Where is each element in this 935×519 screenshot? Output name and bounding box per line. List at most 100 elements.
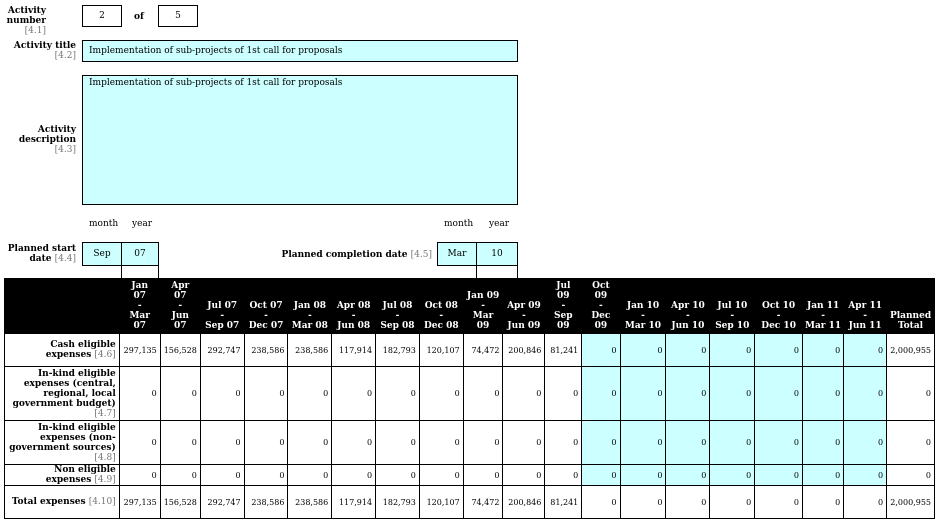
table-cell[interactable]: 0 <box>581 464 621 486</box>
planned-start-label: Planned start date [4.4] <box>4 244 76 264</box>
table-cell[interactable]: 0 <box>802 420 845 465</box>
table-cell[interactable]: 0 <box>709 420 756 465</box>
table-cell[interactable]: 0 <box>843 366 888 421</box>
table-cell: 0 <box>544 366 583 421</box>
table-cell[interactable]: 0 <box>843 464 888 486</box>
table-cell: 0 <box>709 485 756 519</box>
planned-completion-label-text: Planned completion date <box>281 250 408 260</box>
table-cell[interactable]: 0 <box>619 464 667 486</box>
period-header-line: 09 <box>557 291 570 301</box>
period-header-line: Planned <box>890 311 932 321</box>
planned-start-ref: [4.4] <box>54 254 76 264</box>
period-header: Jan 07- Mar 07 <box>118 278 161 334</box>
period-header: Apr 10- Jun 10 <box>665 278 711 334</box>
period-header-line: 09 <box>594 321 608 331</box>
row-label: Cash eligible expenses [4.6] <box>4 333 120 367</box>
period-header: Apr 09- Jun 09 <box>502 278 546 334</box>
row-ref: [4.6] <box>94 350 116 360</box>
table-cell[interactable]: 0 <box>709 366 756 421</box>
table-cell[interactable]: 0 <box>665 464 711 486</box>
table-cell[interactable]: 0 <box>581 366 621 421</box>
table-cell[interactable]: 0 <box>619 333 667 367</box>
activity-description-ref: [4.3] <box>54 145 76 155</box>
table-cell: 0 <box>287 366 333 421</box>
table-cell: 0 <box>375 420 420 465</box>
table-cell[interactable]: 0 <box>665 420 711 465</box>
table-cell[interactable]: 0 <box>754 464 804 486</box>
table-cell[interactable]: 0 <box>665 333 711 367</box>
period-header-line: Jan 08 <box>293 301 326 311</box>
activity-number-label-text: Activity number <box>6 6 46 26</box>
expenses-header-row: Jan 07- Mar 07 Apr 07- Jun 07 Jul 07- Sep 07 Oct 0… <box>4 278 935 334</box>
start-date-spacer <box>121 265 159 279</box>
period-header-line: 07 <box>174 321 187 331</box>
completion-date-spacer <box>476 265 518 279</box>
table-cell: 0 <box>375 366 420 421</box>
table-cell[interactable]: 0 <box>754 420 804 465</box>
of-label: of <box>134 12 144 22</box>
activity-number-value: 2 <box>99 11 105 21</box>
period-header-line: Apr <box>171 281 190 291</box>
start-year-field[interactable]: 07 <box>121 242 159 266</box>
period-header-line: Jun 10 <box>671 321 705 331</box>
table-cell[interactable]: 0 <box>843 420 888 465</box>
table-cell[interactable]: 0 <box>581 420 621 465</box>
table-cell[interactable]: 0 <box>581 333 621 367</box>
table-cell[interactable]: 0 <box>802 464 845 486</box>
table-cell: 182,793 <box>375 333 420 367</box>
table-cell: 0 <box>462 366 504 421</box>
row-ref: [4.10] <box>88 497 116 507</box>
period-header-line: Dec <box>591 311 611 321</box>
table-row: Total expenses [4.10] 297,135 156,528 292,7… <box>4 485 935 519</box>
table-cell: 81,241 <box>544 333 583 367</box>
table-cell: 0 <box>287 464 333 486</box>
period-header-line: Jul 10 <box>717 301 748 311</box>
period-header: Jul 08- Sep 08 <box>375 278 420 334</box>
table-cell[interactable]: 0 <box>619 366 667 421</box>
period-header-line: - <box>220 311 225 321</box>
period-header-line: - <box>561 301 566 311</box>
table-cell[interactable]: 0 <box>709 333 756 367</box>
table-cell[interactable]: 0 <box>802 333 845 367</box>
period-header-line: Jan 09 <box>466 291 500 301</box>
table-cell: 74,472 <box>462 485 504 519</box>
table-cell[interactable]: 0 <box>802 366 845 421</box>
completion-year-field[interactable]: 10 <box>476 242 518 266</box>
period-header-line: Total <box>898 321 924 331</box>
completion-month-field[interactable]: Mar <box>437 242 477 266</box>
activity-title-label-text: Activity title <box>13 41 76 51</box>
completion-month-header: month <box>444 219 474 229</box>
activity-number-field[interactable]: 2 <box>82 5 122 27</box>
table-cell: 200,846 <box>502 333 546 367</box>
activity-description-label-text: Activity description <box>18 125 76 145</box>
table-cell: 2,000,955 <box>886 333 935 367</box>
table-cell: 238,586 <box>243 485 289 519</box>
start-month-field[interactable]: Sep <box>82 242 122 266</box>
table-cell[interactable]: 0 <box>843 333 888 367</box>
table-cell[interactable]: 0 <box>754 333 804 367</box>
period-header-line: Oct 10 <box>762 301 796 311</box>
period-header-line: Dec 07 <box>248 321 284 331</box>
table-cell[interactable]: 0 <box>619 420 667 465</box>
table-cell[interactable]: 0 <box>754 366 804 421</box>
period-header-line: Jun <box>171 311 189 321</box>
activity-number-ref: [4.1] <box>24 26 46 36</box>
table-cell: 0 <box>243 464 289 486</box>
period-header-line: - <box>481 301 485 311</box>
row-label-text: In-kind eligible expenses (non-governmen… <box>9 422 116 453</box>
activity-description-field[interactable]: Implementation of sub-projects of 1st ca… <box>82 75 518 205</box>
expenses-table: Jan 07- Mar 07 Apr 07- Jun 07 Jul 07- Sep 07 Oct 0… <box>4 278 935 519</box>
table-cell: 0 <box>754 485 804 519</box>
activity-title-field[interactable]: Implementation of sub-projects of 1st ca… <box>82 40 518 62</box>
row-label: In-kind eligible expenses (non-governmen… <box>4 420 120 465</box>
activity-total-field[interactable]: 5 <box>158 5 198 27</box>
table-cell: 120,107 <box>418 485 464 519</box>
activity-description-label: Activity description [4.3] <box>4 125 76 155</box>
period-header-line: Jul <box>556 281 571 291</box>
table-row: Non eligible expenses [4.9] 0 0 0 0 0 0 0 0 0 0 0 0 0… <box>4 464 935 486</box>
period-header-line: Sep 07 <box>205 321 240 331</box>
table-cell: 0 <box>375 464 420 486</box>
table-cell[interactable]: 0 <box>709 464 756 486</box>
table-cell[interactable]: 0 <box>665 366 711 421</box>
period-header-line: Mar 11 <box>804 321 842 331</box>
